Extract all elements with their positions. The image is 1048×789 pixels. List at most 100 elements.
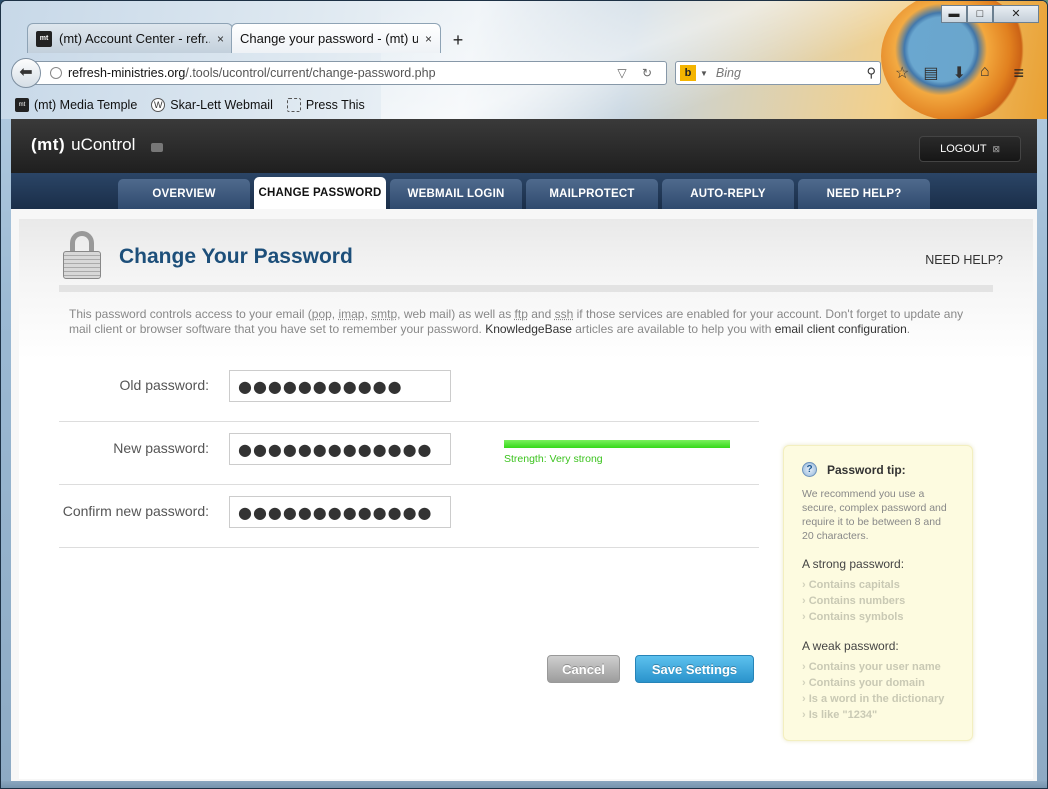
search-icon[interactable]: ⚲ [866, 65, 876, 81]
tab-mailprotect[interactable]: MAILPROTECT [526, 179, 658, 209]
bookmarks-list-icon[interactable]: ▤ [923, 63, 938, 83]
url-bar[interactable]: refresh-ministries.org/.tools/ucontrol/c… [35, 61, 667, 85]
logout-button[interactable]: LOGOUT ⊠ [919, 136, 1021, 162]
back-button[interactable]: ⬅ [11, 58, 41, 88]
list-item: Is like "1234" [802, 707, 954, 723]
bookmark-label: Skar-Lett Webmail [170, 98, 273, 112]
search-input[interactable]: Bing [716, 66, 741, 80]
list-item: Contains your user name [802, 659, 954, 675]
url-path: /.tools/ucontrol/current/change-password… [185, 66, 436, 80]
mt-favicon-icon: mt [36, 30, 52, 47]
strength-track [504, 440, 730, 448]
email-client-config-link[interactable]: email client configuration [775, 322, 907, 336]
tab-strip: mt (mt) Account Center - refr... × Chang… [27, 23, 471, 53]
bookmark-label: Press This [305, 98, 365, 112]
search-bar[interactable]: b ▼ Bing ⚲ [675, 61, 881, 85]
browser-tab-change-password[interactable]: Change your password - (mt) u... × [231, 23, 441, 53]
tab-overview[interactable]: OVERVIEW [118, 179, 250, 209]
weak-heading: A weak password: [802, 639, 899, 653]
need-help-link[interactable]: NEED HELP? [925, 253, 1003, 267]
close-window-button[interactable]: ✕ [993, 5, 1039, 23]
cancel-button[interactable]: Cancel [547, 655, 620, 683]
bookmarks-toolbar: mt (mt) Media Temple W Skar-Lett Webmail… [15, 95, 365, 115]
search-engine-dropdown-icon[interactable]: ▼ [700, 69, 708, 78]
pop-abbr: pop [311, 307, 332, 321]
browser-chrome: ▬ □ ✕ mt (mt) Account Center - refr... ×… [1, 1, 1047, 121]
site-nav: OVERVIEW CHANGE PASSWORD WEBMAIL LOGIN M… [11, 173, 1037, 209]
url-dropdown-reload-icon[interactable]: ▽ ↻ [617, 66, 658, 80]
window-controls: ▬ □ ✕ [941, 5, 1039, 23]
ssh-abbr: ssh [554, 307, 574, 321]
page-viewport: (mt) uControl LOGOUT ⊠ OVERVIEW CHANGE P… [11, 119, 1037, 781]
tab-auto-reply[interactable]: AUTO-REPLY [662, 179, 794, 209]
minimize-button[interactable]: ▬ [941, 5, 967, 23]
tab-title: Change your password - (mt) u... [240, 31, 418, 46]
new-tab-button[interactable]: + [445, 27, 471, 53]
password-form: Old password: New password: Strength: Ve… [59, 359, 759, 548]
strong-list: Contains capitals Contains numbers Conta… [802, 577, 954, 625]
intro-part: and [527, 307, 555, 321]
old-password-label: Old password: [119, 377, 209, 393]
tab-close-icon[interactable]: × [425, 32, 432, 46]
bookmark-press-this[interactable]: Press This [286, 98, 365, 112]
list-item: Contains your domain [802, 675, 954, 691]
menu-icon[interactable]: ≡ [1014, 63, 1025, 84]
old-password-field[interactable] [229, 370, 451, 402]
password-tip-box: ? Password tip: We recommend you use a s… [783, 445, 973, 741]
list-item: Is a word in the dictionary [802, 691, 954, 707]
tab-title: (mt) Account Center - refr... [59, 31, 210, 46]
ucontrol-logo[interactable]: (mt) uControl [31, 135, 164, 155]
list-item: Contains capitals [802, 577, 954, 593]
intro-text: This password controls access to your em… [69, 307, 979, 337]
content-area: Change Your Password NEED HELP? This pas… [11, 209, 1037, 781]
strength-label: Strength: Very strong [504, 453, 603, 465]
mt-favicon-icon: mt [15, 98, 29, 112]
site-identity-icon[interactable] [50, 67, 62, 79]
strength-fill [504, 440, 730, 448]
home-icon[interactable]: ⌂ [980, 63, 990, 83]
wordpress-icon: W [151, 98, 166, 112]
tab-need-help[interactable]: NEED HELP? [798, 179, 930, 209]
browser-window: ▬ □ ✕ mt (mt) Account Center - refr... ×… [0, 0, 1048, 789]
help-question-icon: ? [802, 462, 817, 477]
logout-x-icon: ⊠ [992, 144, 1000, 154]
knowledgebase-link[interactable]: KnowledgeBase [485, 322, 572, 336]
logo-mark: (mt) [31, 135, 66, 154]
page-title: Change Your Password [119, 245, 353, 268]
tab-change-password[interactable]: CHANGE PASSWORD [254, 177, 386, 209]
logout-label: LOGOUT [940, 143, 987, 155]
old-password-row: Old password: [59, 359, 759, 422]
downloads-icon[interactable]: ⬇ [952, 63, 965, 83]
maximize-button[interactable]: □ [967, 5, 993, 23]
tab-close-icon[interactable]: × [217, 32, 224, 46]
lock-icon [63, 231, 101, 279]
bookmark-webmail[interactable]: W Skar-Lett Webmail [151, 98, 273, 112]
weak-list: Contains your user name Contains your do… [802, 659, 954, 723]
confirm-password-field[interactable] [229, 496, 451, 528]
list-item: Contains symbols [802, 609, 954, 625]
tip-description: We recommend you use a secure, complex p… [802, 488, 947, 542]
logo-name: uControl [71, 135, 136, 154]
window-bottom-border [1, 781, 1047, 788]
title-divider [59, 285, 993, 292]
new-password-field[interactable] [229, 433, 451, 465]
bing-icon[interactable]: b [680, 65, 696, 81]
list-item: Contains numbers [802, 593, 954, 609]
save-settings-button[interactable]: Save Settings [635, 655, 754, 683]
tab-webmail-login[interactable]: WEBMAIL LOGIN [390, 179, 522, 209]
tip-header: ? Password tip: [802, 462, 954, 477]
confirm-password-label: Confirm new password: [62, 503, 209, 519]
intro-part: . [906, 322, 911, 336]
smtp-abbr: smtp [371, 307, 398, 321]
lock-body [63, 251, 101, 279]
intro-part: articles are available to help you with [571, 322, 775, 336]
bookmark-label: (mt) Media Temple [34, 98, 138, 112]
browser-tab-account-center[interactable]: mt (mt) Account Center - refr... × [27, 23, 233, 53]
new-password-row: New password: Strength: Very strong [59, 422, 759, 485]
intro-part: This password controls access to your em… [69, 307, 312, 321]
intro-part: , web mail) as well as [397, 307, 515, 321]
bookmark-media-temple[interactable]: mt (mt) Media Temple [15, 98, 137, 112]
new-password-label: New password: [113, 440, 209, 456]
tip-title: Password tip: [827, 462, 906, 477]
bookmark-star-icon[interactable]: ☆ [895, 63, 909, 83]
